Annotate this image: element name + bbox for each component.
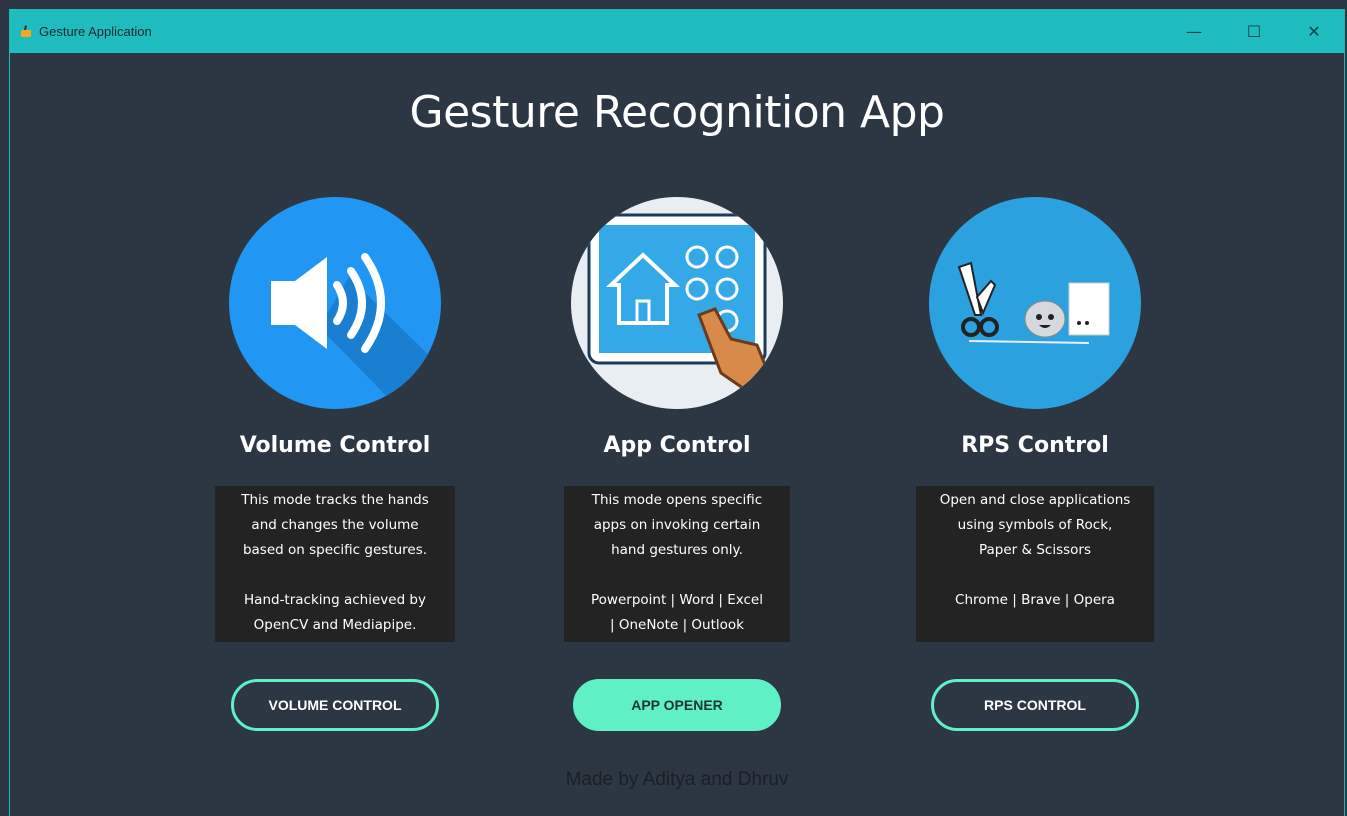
desc-line: using symbols of Rock, [957,517,1113,533]
desc-line: This mode tracks the hands [241,492,429,508]
app-icon [21,25,31,37]
desc-line: and changes the volume [251,517,419,533]
speaker-icon [229,197,441,409]
volume-description: This mode tracks the hands and changes t… [215,486,455,642]
close-button[interactable]: ✕ [1284,9,1344,53]
minimize-button[interactable]: — [1164,9,1224,53]
page-title: Gesture Recognition App [409,87,945,138]
desc-line: Open and close applications [939,492,1131,508]
desc-line: This mode opens specific [591,492,763,508]
app-heading: App Control [603,433,751,458]
window-controls: — ☐ ✕ [1164,9,1344,53]
rps-description: Open and close applications using symbol… [916,486,1154,642]
tablet-touch-icon [571,197,783,409]
app-opener-button[interactable]: APP OPENER [573,679,781,731]
maximize-button[interactable]: ☐ [1224,9,1284,53]
app-description: This mode opens specific apps on invokin… [564,486,790,642]
volume-heading: Volume Control [239,433,431,458]
desc-line: Hand-tracking achieved by [244,592,426,608]
desc-line: OpenCV and Mediapipe. [253,617,417,633]
rock-paper-scissors-icon [929,197,1141,409]
desc-line: Chrome | Brave | Opera [955,592,1115,608]
rps-heading: RPS Control [961,433,1109,458]
app-window: Gesture Application — ☐ ✕ Gesture Recogn… [9,9,1345,816]
desc-line: apps on invoking certain [593,517,761,533]
desc-line: Powerpoint | Word | Excel [591,592,763,608]
desc-line: hand gestures only. [611,542,743,558]
rps-control-button[interactable]: RPS CONTROL [931,679,1139,731]
window-title: Gesture Application [39,23,152,39]
title-bar[interactable]: Gesture Application — ☐ ✕ [10,9,1344,53]
desc-line: Paper & Scissors [979,542,1091,558]
desc-line: based on specific gestures. [242,542,428,558]
volume-control-button[interactable]: VOLUME CONTROL [231,679,439,731]
footer-credit: Made by Aditya and Dhruv [565,769,789,790]
desc-line: | OneNote | Outlook [610,617,744,633]
